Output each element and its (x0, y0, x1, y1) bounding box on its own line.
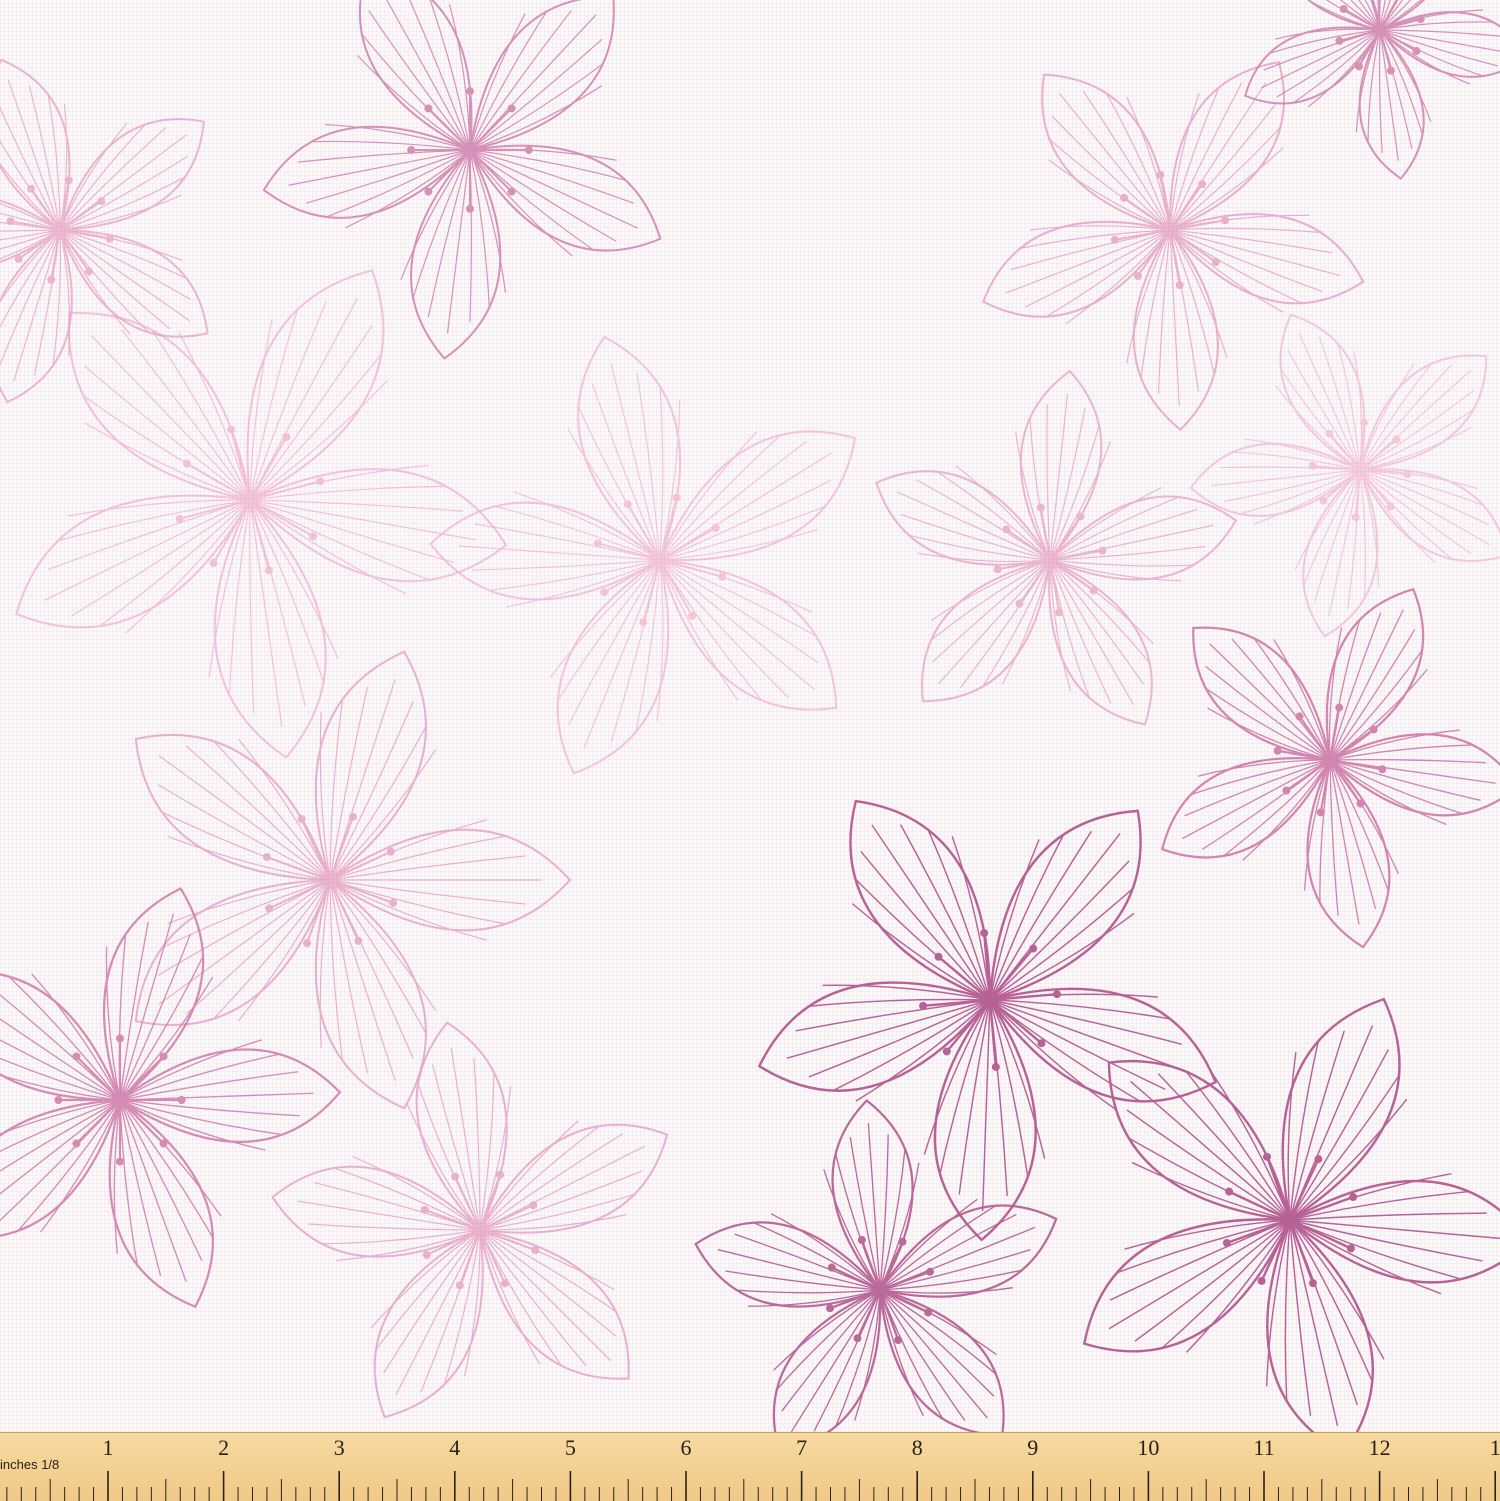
ruler-number: 5 (564, 1435, 576, 1460)
flower-outline (134, 650, 572, 1110)
flower-outline (429, 335, 857, 775)
ruler-number: 9 (1027, 1435, 1039, 1460)
ruler-number: 10 (1137, 1435, 1160, 1460)
ruler-number: 1 (102, 1435, 114, 1460)
ruler-number: 4 (449, 1435, 461, 1460)
ruler-number: 6 (680, 1435, 692, 1460)
ruler-number: 8 (911, 1435, 923, 1460)
flower-outline (875, 369, 1238, 726)
flower-outline (271, 1021, 669, 1419)
flower-outline (1189, 313, 1500, 638)
measuring-ruler: inches 1/8 1 2 3 4 5 6 7 8 9 10 11 12 1 (0, 1432, 1500, 1501)
ruler-number: 3 (333, 1435, 345, 1460)
ruler-number: 12 (1368, 1435, 1391, 1460)
floral-line-art (0, 0, 1500, 1432)
flower-outline (757, 799, 1218, 1242)
flower-outline (0, 58, 209, 404)
ruler-number: 11 (1253, 1435, 1275, 1460)
flower-outline (1160, 587, 1500, 949)
ruler-unit-label: inches 1/8 (0, 1457, 60, 1472)
ruler-number: 2 (218, 1435, 230, 1460)
flower-outline (694, 1098, 1058, 1432)
fabric-pattern (0, 0, 1500, 1432)
flower-outline (1082, 997, 1500, 1432)
flower-outline (262, 0, 662, 360)
flower-outline (982, 61, 1365, 432)
ruler-number: 1 (1489, 1435, 1500, 1460)
ruler-number: 7 (796, 1435, 808, 1460)
